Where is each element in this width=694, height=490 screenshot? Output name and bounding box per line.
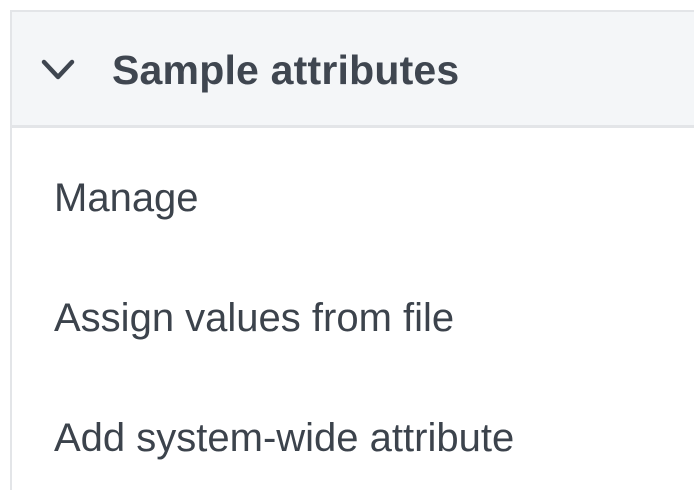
sample-attributes-section-header[interactable]: Sample attributes	[12, 12, 694, 128]
menu-item-assign-values-from-file[interactable]: Assign values from file	[54, 294, 454, 342]
chevron-down-icon[interactable]	[40, 57, 76, 83]
section-title: Sample attributes	[112, 47, 460, 93]
sample-attributes-panel: Sample attributes Manage Assign values f…	[10, 10, 694, 490]
menu-item-manage[interactable]: Manage	[54, 174, 199, 222]
menu-item-add-system-wide-attribute[interactable]: Add system-wide attribute	[54, 414, 514, 462]
